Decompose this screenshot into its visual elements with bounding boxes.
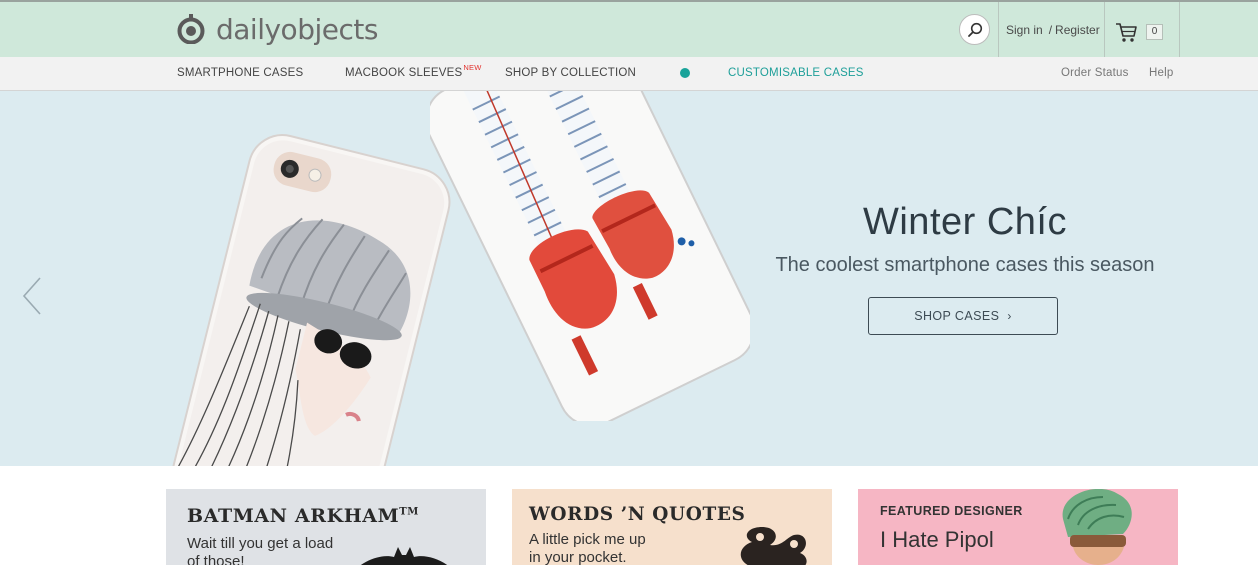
card-label: FEATURED DESIGNER bbox=[880, 504, 1023, 518]
nav-smartphone-cases[interactable]: SMARTPHONE CASES bbox=[177, 67, 303, 79]
main-nav: SMARTPHONE CASES MACBOOK SLEEVES NEW SHOP… bbox=[0, 57, 1258, 91]
trademark-symbol: TM bbox=[399, 506, 419, 518]
sign-in-link[interactable]: Sign in bbox=[1006, 23, 1043, 37]
hero-title: Winter Chíc bbox=[863, 201, 1067, 243]
promo-card-featured-designer[interactable]: FEATURED DESIGNER I Hate Pipol bbox=[858, 489, 1178, 565]
promo-card-batman[interactable]: BATMAN ARKHAMTM Wait till you get a load… bbox=[166, 489, 486, 565]
shop-cases-label: SHOP CASES bbox=[914, 309, 1000, 323]
header-divider bbox=[1179, 2, 1180, 59]
card-text: A little pick me up in your pocket. bbox=[529, 531, 646, 565]
logo-icon bbox=[177, 14, 205, 44]
shop-cases-button[interactable]: SHOP CASES › bbox=[868, 297, 1058, 335]
phone-case-hat-illustration bbox=[172, 134, 451, 466]
nav-customisable-cases[interactable]: CUSTOMISABLE CASES bbox=[728, 67, 864, 79]
new-badge: NEW bbox=[463, 63, 482, 72]
promo-card-words-quotes[interactable]: WORDS ’N QUOTES A little pick me up in y… bbox=[512, 489, 832, 565]
card-title: WORDS ’N QUOTES bbox=[529, 504, 746, 525]
cart-count-badge[interactable]: 0 bbox=[1146, 24, 1163, 40]
order-status-link[interactable]: Order Status bbox=[1061, 67, 1129, 79]
carousel-prev-icon[interactable] bbox=[20, 276, 44, 316]
nav-shop-by-collection[interactable]: SHOP BY COLLECTION bbox=[505, 67, 636, 79]
card-text-line: Wait till you get a load bbox=[187, 535, 334, 552]
customisable-dot-icon bbox=[680, 68, 690, 78]
designer-artwork-illustration bbox=[1062, 489, 1132, 565]
header-divider bbox=[1104, 2, 1105, 59]
card-title: BATMAN ARKHAMTM bbox=[187, 505, 419, 527]
help-link[interactable]: Help bbox=[1149, 67, 1173, 79]
header-divider bbox=[998, 2, 999, 59]
card-text-line: in your pocket. bbox=[529, 549, 627, 565]
search-button[interactable] bbox=[959, 14, 990, 45]
nav-macbook-sleeves-label: MACBOOK SLEEVES bbox=[345, 67, 463, 79]
cart-icon[interactable] bbox=[1115, 21, 1137, 43]
top-header: dailyobjects Sign in / Register 0 bbox=[0, 0, 1258, 59]
ampersand-icon bbox=[740, 527, 807, 565]
logo-text: dailyobjects bbox=[216, 12, 378, 46]
designer-name: I Hate Pipol bbox=[880, 527, 994, 552]
card-text: Wait till you get a load of those! bbox=[187, 535, 333, 565]
account-separator: / bbox=[1048, 23, 1053, 37]
logo[interactable]: dailyobjects bbox=[176, 11, 378, 47]
chevron-right-icon: › bbox=[1007, 309, 1012, 323]
hero-banner: Winter Chíc The coolest smartphone cases… bbox=[0, 91, 1258, 466]
card-text-line: of those! bbox=[187, 553, 245, 565]
batman-logo-icon bbox=[361, 547, 447, 565]
register-link[interactable]: Register bbox=[1055, 23, 1100, 37]
phone-case-shoes-illustration bbox=[430, 91, 750, 421]
card-text-line: A little pick me up bbox=[529, 531, 646, 548]
nav-macbook-sleeves[interactable]: MACBOOK SLEEVES NEW bbox=[345, 63, 481, 79]
account-links: Sign in / Register bbox=[1006, 23, 1100, 37]
card-title-text: BATMAN ARKHAM bbox=[187, 505, 400, 527]
search-icon bbox=[967, 22, 982, 37]
hero-subtitle: The coolest smartphone cases this season bbox=[775, 254, 1155, 276]
